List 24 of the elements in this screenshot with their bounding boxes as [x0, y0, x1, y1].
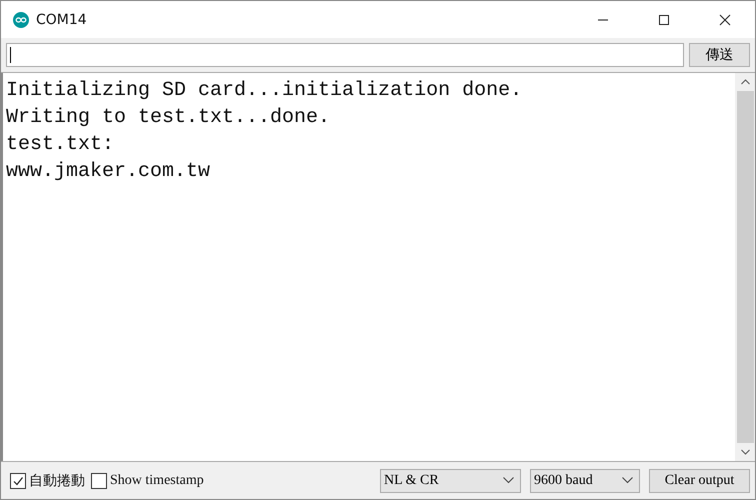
baud-rate-dropdown[interactable]: 9600 baud: [530, 468, 640, 492]
app-logo-icon: [13, 12, 29, 28]
send-field[interactable]: [6, 43, 684, 67]
output-line: Initializing SD card...initialization done.: [6, 78, 524, 104]
output-line: Writing to test.txt...done.: [6, 105, 332, 131]
window-title: COM14: [36, 12, 87, 28]
scrollbar[interactable]: [735, 73, 755, 461]
chevron-down-icon: [503, 477, 514, 484]
scrollbar-thumb[interactable]: [736, 91, 754, 443]
chevron-down-icon: [622, 477, 633, 484]
scroll-up-icon[interactable]: [740, 79, 750, 85]
checkbox[interactable]: [91, 472, 107, 488]
checkbox[interactable]: [10, 472, 26, 488]
line-ending-dropdown[interactable]: NL & CR: [380, 468, 521, 492]
maximize-icon: [658, 14, 670, 26]
checkbox-label: 自動捲動: [29, 472, 85, 490]
checkbox-label: Show timestamp: [110, 472, 204, 488]
output-line: www.jmaker.com.tw: [6, 159, 212, 185]
clear-output-button[interactable]: Clear output: [649, 468, 750, 492]
check-icon: [12, 474, 24, 486]
send-button[interactable]: 傳送: [689, 43, 750, 67]
output-line: test.txt:: [6, 132, 116, 158]
close-icon: [718, 14, 730, 26]
scroll-down-icon[interactable]: [740, 449, 750, 455]
